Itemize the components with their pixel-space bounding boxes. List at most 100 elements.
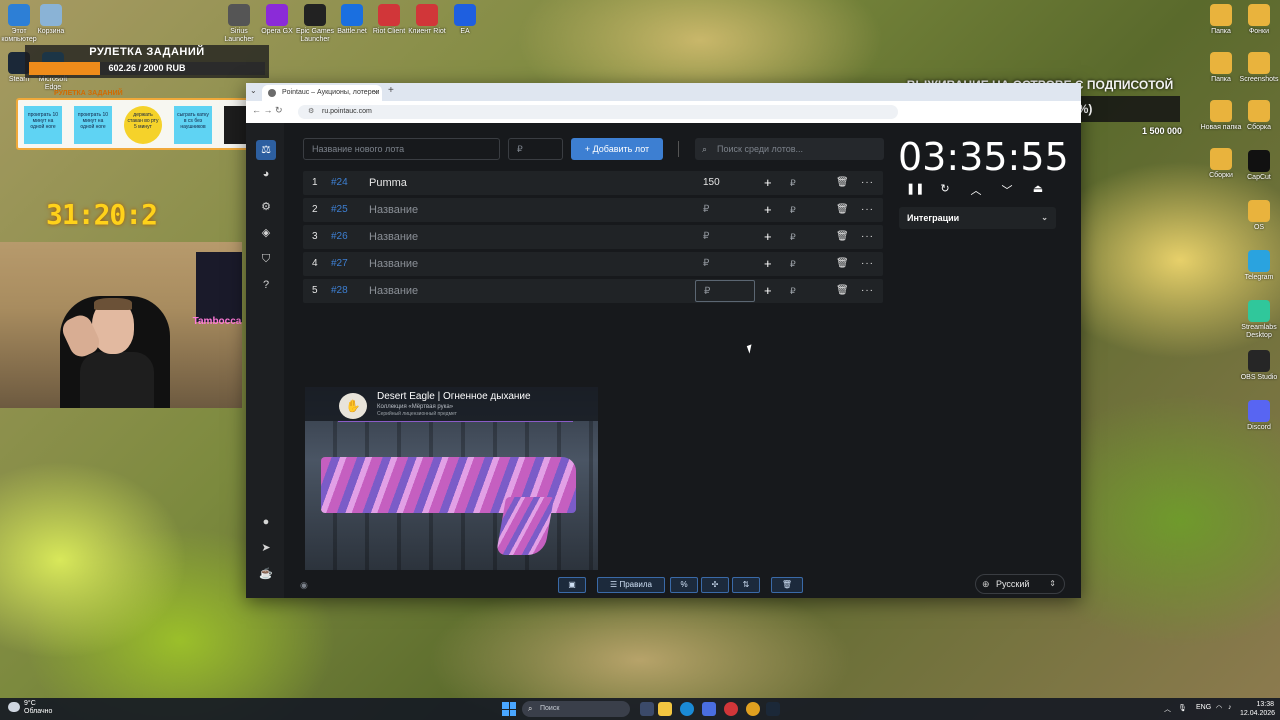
eye-icon[interactable]: ◉ (300, 580, 308, 591)
lot-name-field[interactable]: Название (369, 225, 418, 249)
wifi-icon[interactable]: ◠ (1216, 704, 1222, 712)
clear-icon[interactable]: 🗑 (771, 577, 803, 593)
start-icon[interactable] (502, 702, 516, 716)
trash-icon[interactable]: 🗑 (836, 225, 849, 249)
add-amount-input[interactable]: ₽ (790, 171, 796, 195)
tab-close-icon[interactable]: × (373, 85, 378, 101)
language-select[interactable]: ⊕ Русский ⇕ (975, 574, 1065, 594)
lot-amount-field[interactable]: 150 (695, 171, 755, 195)
add-amount-icon[interactable]: + (764, 279, 772, 303)
add-amount-icon[interactable]: + (764, 198, 772, 222)
url-text: ru.pointauc.com (322, 108, 372, 115)
task-view-icon[interactable] (640, 702, 654, 716)
sidebar-wheel-icon[interactable]: ◕ (256, 164, 276, 184)
nav-buttons[interactable]: ← → ↻ (252, 105, 283, 116)
new-lot-name-input[interactable]: Название нового лота (303, 138, 500, 160)
add-lot-button[interactable]: + Добавить лот (571, 138, 663, 160)
add-amount-input[interactable]: ₽ (790, 198, 796, 222)
cloud-icon (8, 702, 20, 712)
lot-row: 4 #27 Название ₽ + ₽ 🗑 ··· (303, 252, 883, 276)
chevron-down-icon[interactable]: ﹀ (999, 182, 1015, 198)
sidebar-auction-icon[interactable]: ⚖ (256, 140, 276, 160)
lot-amount-field[interactable]: ₽ (695, 198, 755, 222)
lot-id[interactable]: #28 (331, 279, 348, 303)
lot-amount-field[interactable]: ₽ (695, 225, 755, 249)
sidebar-settings-icon[interactable]: ⚙ (256, 197, 276, 217)
lot-amount-field[interactable]: ₽ (695, 252, 755, 276)
desktop-shortcut[interactable]: CapCut (1236, 150, 1280, 182)
percent-button[interactable]: % (670, 577, 698, 593)
desktop-shortcut-label: Сборка (1247, 124, 1271, 131)
more-icon[interactable]: ··· (861, 225, 874, 249)
lot-search-input[interactable]: ⌕ Поиск среди лотов... (695, 138, 884, 160)
add-amount-input[interactable]: ₽ (790, 279, 796, 303)
sidebar-layers-icon[interactable]: ◈ (256, 223, 276, 243)
desktop-shortcut[interactable]: Telegram (1236, 250, 1280, 282)
url-field[interactable]: ⚙ ru.pointauc.com (298, 105, 898, 119)
lot-id[interactable]: #24 (331, 171, 348, 195)
sort-icon[interactable]: ⇅ (732, 577, 760, 593)
desktop-shortcut[interactable]: Корзина (28, 4, 74, 36)
chrome-icon[interactable] (746, 702, 760, 716)
more-icon[interactable]: ··· (861, 198, 874, 222)
desktop-shortcut[interactable]: EA (442, 4, 488, 36)
trash-icon[interactable]: 🗑 (836, 171, 849, 195)
lot-name-field[interactable]: Название (369, 198, 418, 222)
tray-chevron-icon[interactable]: ︿ (1164, 704, 1171, 714)
desktop-shortcut[interactable]: Сборка (1236, 100, 1280, 132)
lot-name-field[interactable]: Pumma (369, 171, 407, 195)
pause-icon[interactable]: ❚❚ (906, 182, 924, 195)
new-tab-icon[interactable]: + (388, 85, 394, 96)
add-amount-input[interactable]: ₽ (790, 225, 796, 249)
trash-icon[interactable]: 🗑 (836, 198, 849, 222)
more-icon[interactable]: ··· (861, 252, 874, 276)
split-icon[interactable]: ✣ (701, 577, 729, 593)
taskbar-search[interactable]: ⌕ Поиск (522, 701, 630, 717)
store-icon[interactable] (702, 702, 716, 716)
mic-icon[interactable]: 🎙 (1178, 704, 1187, 712)
tab-list-dropdown-icon[interactable]: ⌄ (250, 86, 257, 95)
sidebar-help-icon[interactable]: ? (256, 275, 276, 295)
lot-id[interactable]: #26 (331, 225, 348, 249)
trash-icon[interactable]: 🗑 (836, 252, 849, 276)
sidebar-github-icon[interactable]: ● (256, 512, 276, 532)
browser-tab[interactable]: Pointauc – Аукционы, лотереи × (262, 85, 382, 101)
desktop-shortcut[interactable]: OS (1236, 200, 1280, 232)
lot-amount-field[interactable]: ₽ (695, 280, 755, 302)
chevron-up-icon[interactable]: ︿ (968, 182, 984, 198)
add-amount-icon[interactable]: + (764, 252, 772, 276)
volume-icon[interactable]: ♪ (1228, 704, 1232, 711)
edge-icon[interactable] (680, 702, 694, 716)
sidebar-donate-icon[interactable]: ☕ (256, 564, 276, 584)
desktop-shortcut[interactable]: Screenshots (1236, 52, 1280, 84)
taskbar-clock[interactable]: 13:38 12.04.2026 (1240, 700, 1275, 718)
add-amount-icon[interactable]: + (764, 171, 772, 195)
steam-icon[interactable] (766, 702, 780, 716)
explorer-icon[interactable] (658, 702, 672, 716)
eject-icon[interactable]: ⏏ (1030, 182, 1046, 195)
sidebar-telegram-icon[interactable]: ➤ (256, 538, 276, 558)
more-icon[interactable]: ··· (861, 279, 874, 303)
add-amount-input[interactable]: ₽ (790, 252, 796, 276)
add-amount-icon[interactable]: + (764, 225, 772, 249)
desktop-shortcut[interactable]: Discord (1236, 400, 1280, 432)
new-lot-amount-input[interactable]: ₽ (508, 138, 563, 160)
desktop-shortcut[interactable]: Фонки (1236, 4, 1280, 36)
lot-id[interactable]: #27 (331, 252, 348, 276)
desktop-shortcut[interactable]: Streamlabs Desktop (1236, 300, 1280, 340)
tray-lang[interactable]: ENG (1196, 704, 1211, 711)
weather-widget[interactable]: 9°C Облачно (8, 700, 52, 716)
reset-icon[interactable]: ↻ (937, 182, 953, 195)
lot-id[interactable]: #25 (331, 198, 348, 222)
more-icon[interactable]: ··· (861, 171, 874, 195)
sidebar-shield-icon[interactable]: ⛉ (256, 249, 276, 269)
lot-name-field[interactable]: Название (369, 279, 418, 303)
desktop-shortcut[interactable]: OBS Studio (1236, 350, 1280, 382)
integrations-dropdown[interactable]: Интеграции ⌄ (899, 207, 1056, 229)
save-icon[interactable]: ▣ (558, 577, 586, 593)
lot-name-field[interactable]: Название (369, 252, 418, 276)
opera-icon[interactable] (724, 702, 738, 716)
rules-button[interactable]: ☰ Правила (597, 577, 665, 593)
trash-icon[interactable]: 🗑 (836, 279, 849, 303)
site-info-icon[interactable]: ⚙ (308, 105, 314, 119)
